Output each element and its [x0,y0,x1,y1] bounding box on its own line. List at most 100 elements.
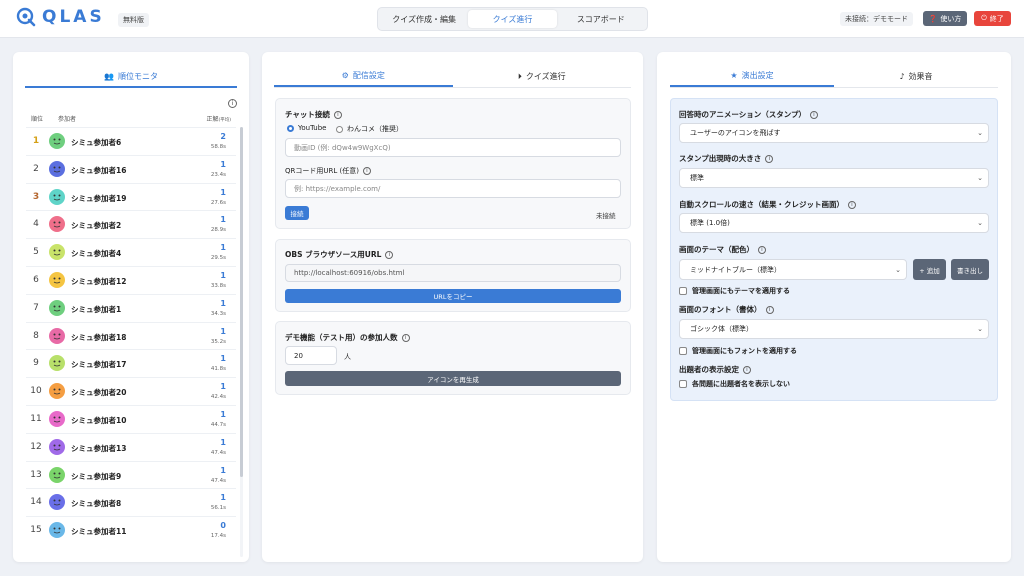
tab-sound-effects[interactable]: ♪ 効果音 [834,66,998,87]
info-icon[interactable]: i [758,245,766,254]
logo-icon [16,7,36,27]
exit-button[interactable]: ⏻ 終了 [974,11,1011,26]
effects-tabs: ★ 演出設定 ♪ 効果音 [670,66,998,88]
participant-avg-time: 35.2s [210,338,226,345]
connect-button[interactable]: 接続 [285,206,309,220]
tab-quiz-progress[interactable]: ⏵ クイズ進行 [453,66,632,87]
font-select[interactable]: ゴシック体（標準） ⌄ [679,319,989,339]
obs-label: OBS ブラウザソース用URL i [285,249,394,260]
demo-label: デモ機能（テスト用）の参加人数 i [285,332,410,343]
radio-youtube-dot[interactable] [287,124,294,132]
avatar [49,327,65,344]
participant-name: シミュ参加者18 [71,332,127,342]
theme-add-button[interactable]: + 追加 [913,259,946,280]
info-icon[interactable]: i [333,110,342,119]
chevron-down-icon: ⌄ [895,265,901,274]
demo-count-input[interactable]: 20 [285,346,337,365]
participant-name: シミュ参加者4 [71,249,122,259]
info-icon[interactable]: i [809,110,818,119]
participant-score: 1 [220,493,226,503]
avatar [49,244,65,261]
participant-name: シミュ参加者20 [71,388,127,398]
ranking-header: 順位 参加者 正解(平均) [31,114,241,124]
participant-score: 1 [220,243,226,253]
theme-apply-box[interactable] [679,287,687,295]
app-header: QLAS 無料版 クイズ作成・編集 クイズ進行 スコアボード 未接続：デモモード… [0,0,1024,38]
tab-effects[interactable]: ★ 演出設定 [670,66,834,87]
participant-avg-time: 17.4s [210,533,226,540]
scrollbar-thumb[interactable] [240,127,243,477]
qr-label: QRコード用URL (任意) i [285,166,371,176]
font-apply-box[interactable] [679,347,687,355]
obs-url-field[interactable]: http://localhost:60916/obs.html [285,264,621,282]
info-icon[interactable]: i [228,99,237,108]
info-icon[interactable]: i [743,365,751,374]
tab-ranking-label: 順位モニタ [117,71,158,81]
radio-wanko[interactable]: わんコメ（推奨） [336,124,403,134]
rank-number: 13 [30,469,42,480]
rank-number: 12 [30,441,42,452]
setter-hide-box[interactable] [679,380,687,388]
participant-name: シミュ参加者13 [71,443,127,453]
tab-stream-settings[interactable]: ⚙ 配信設定 [274,66,453,87]
info-icon[interactable]: i [848,200,856,209]
stamp-size-select[interactable]: 標準 ⌄ [679,168,989,188]
participant-avg-time: 27.6s [210,199,226,206]
users-icon: 👥 [104,71,114,81]
rank-number: 15 [30,525,42,536]
ranking-row: 6 シミュ参加者12 1 33.8s [26,266,236,294]
avatar [49,411,65,427]
rank-number: 10 [30,386,42,397]
ranking-row: 14 シミュ参加者8 1 56.1s [26,488,236,516]
info-icon[interactable]: i [401,333,410,342]
info-icon[interactable]: i [385,250,394,259]
theme-export-button[interactable]: 書き出し [951,259,989,280]
participant-avg-time: 47.4s [210,449,226,456]
participant-score: 1 [220,159,226,169]
theme-select[interactable]: ミッドナイトブルー（標準） ⌄ [679,259,907,280]
ranking-scrollbar[interactable] [240,127,243,557]
tab-ranking-monitor[interactable]: 👥 順位モニタ [25,66,237,88]
tab-quiz-progress-label: クイズ進行 [525,72,566,81]
ranking-row: 7 シミュ参加者1 1 34.3s [26,293,236,322]
radio-wanko-dot[interactable] [336,125,343,133]
info-icon[interactable]: i [765,305,774,314]
video-id-input[interactable]: 動画ID (例: dQw4w9WgXcQ) [285,138,621,157]
setter-hide-checkbox[interactable]: 各問題に出題者名を表示しない [679,379,790,389]
radio-youtube[interactable]: YouTube [287,124,326,132]
help-button[interactable]: ❓ 使い方 [923,11,967,26]
rank-number: 7 [33,302,39,313]
main-nav: クイズ作成・編集 クイズ進行 スコアボード [377,7,648,31]
avatar [49,216,65,233]
participant-avg-time: 28.9s [210,227,226,234]
gear-icon: ⚙ [341,71,349,80]
participant-score: 1 [220,187,226,197]
qr-url-input[interactable]: 例: https://example.com/ [285,179,621,198]
question-icon: ❓ [928,14,938,23]
rank-number: 2 [33,163,39,174]
info-icon[interactable]: i [362,167,371,175]
font-apply-checkbox[interactable]: 管理画面にもフォントを適用する [679,346,797,356]
demo-unit: 人 [344,353,351,361]
connection-status: 未接続：デモモード [840,12,913,26]
avatar [49,299,65,316]
tab-stream-settings-label: 配信設定 [352,71,385,80]
avatar [49,188,65,205]
copy-url-button[interactable]: URLをコピー [285,289,621,303]
info-icon[interactable]: i [765,154,774,163]
participant-score: 1 [220,437,226,447]
participant-avg-time: 58.8s [210,144,226,150]
ranking-row: 15 シミュ参加者11 0 17.4s [26,516,236,544]
chevron-down-icon: ⌄ [977,325,983,333]
rank-number: 1 [32,136,40,146]
nav-tab-quiz-run[interactable]: クイズ進行 [468,10,557,28]
theme-apply-checkbox[interactable]: 管理画面にもテーマを適用する [679,286,790,296]
scroll-speed-select[interactable]: 標準 (1.0倍) ⌄ [679,213,989,233]
participant-avg-time: 47.4s [210,477,226,484]
connection-state: 未接続 [596,212,616,220]
anim-select[interactable]: ユーザーのアイコンを飛ばす ⌄ [679,123,989,143]
nav-tab-quiz-edit[interactable]: クイズ作成・編集 [380,10,468,28]
nav-tab-scoreboard[interactable]: スコアボード [557,10,645,28]
rank-number: 14 [30,497,42,508]
regenerate-icons-button[interactable]: アイコンを再生成 [285,371,621,386]
